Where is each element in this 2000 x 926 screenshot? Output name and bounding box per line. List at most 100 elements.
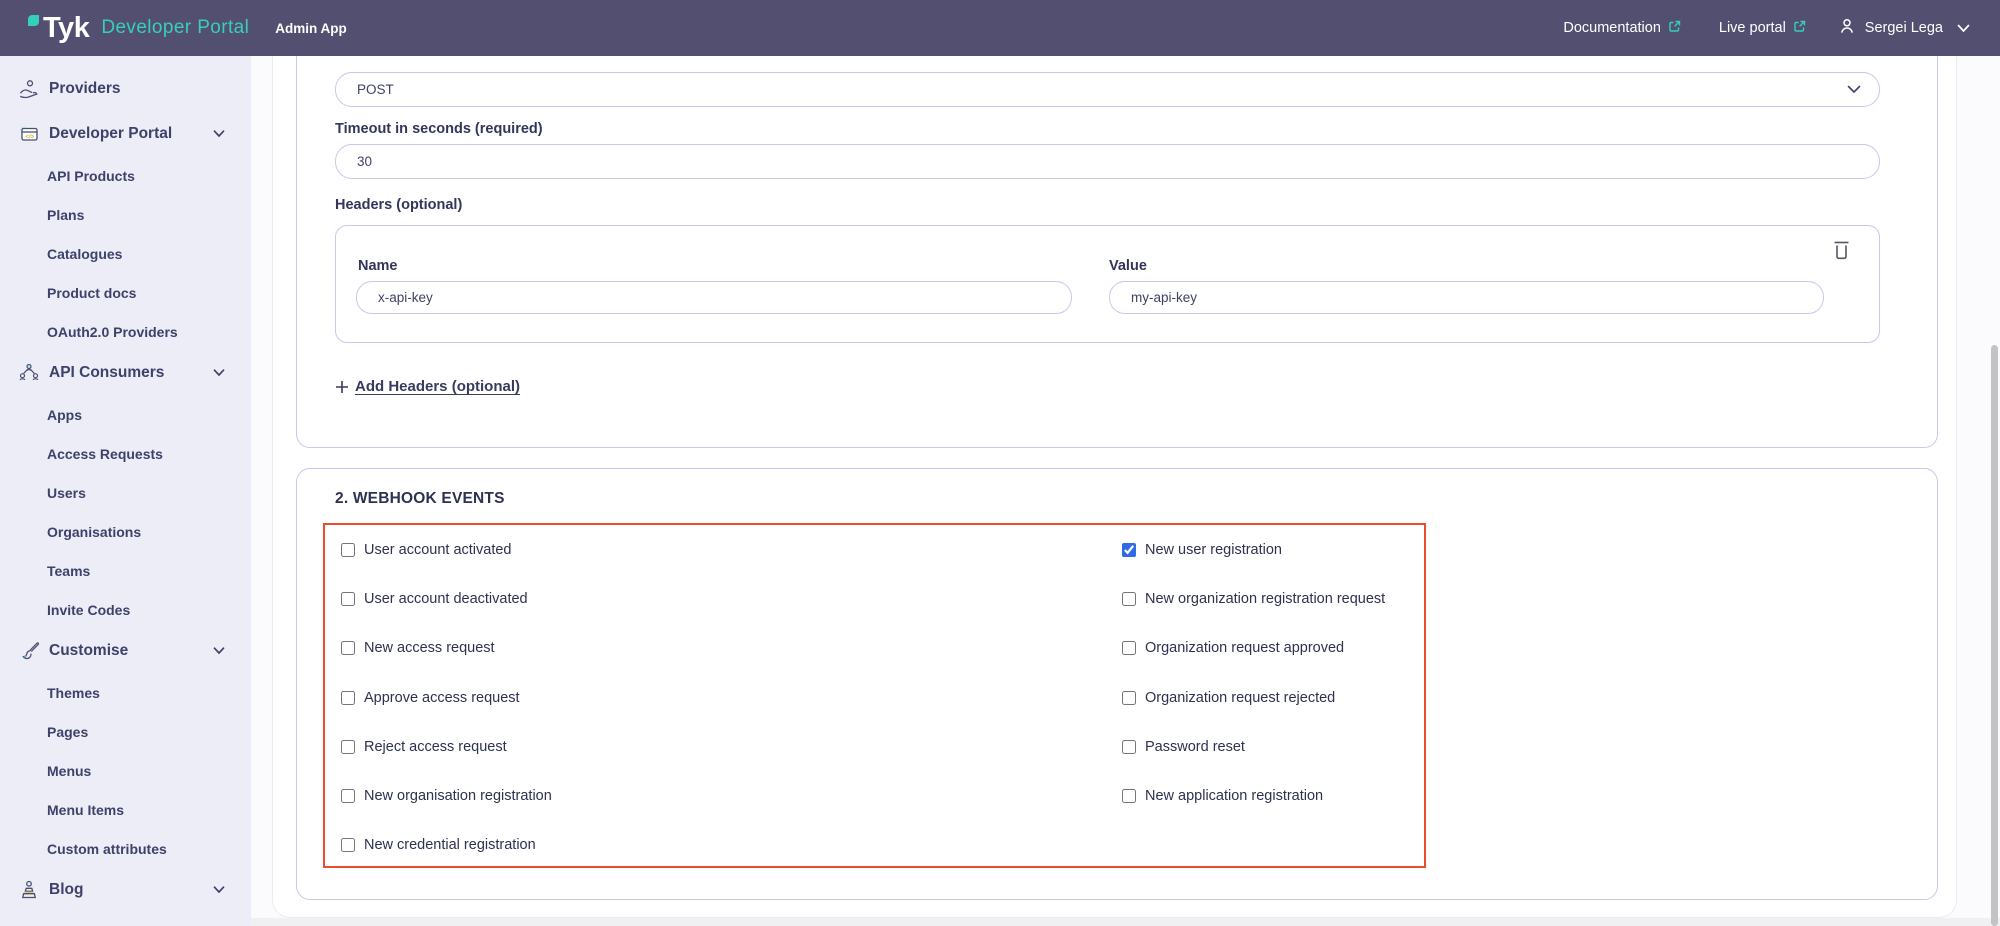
header-name-input[interactable] bbox=[356, 281, 1072, 314]
content-panel: POST Timeout in seconds (required) Heade… bbox=[272, 56, 1957, 918]
checkbox-label: Approve access request bbox=[364, 689, 520, 706]
sidebar-item-providers[interactable]: Providers bbox=[0, 66, 251, 112]
add-headers-label: Add Headers (optional) bbox=[355, 378, 521, 395]
header-value-input[interactable] bbox=[1109, 281, 1824, 314]
svg-text:</>: </> bbox=[26, 135, 35, 141]
brand-logo[interactable]: Tyk Developer Portal bbox=[28, 12, 249, 45]
brand-name: Tyk bbox=[43, 11, 90, 44]
webhook-event-row-new-access-request[interactable]: New access request bbox=[341, 624, 552, 673]
sidebar-item-invite-codes[interactable]: Invite Codes bbox=[0, 590, 251, 629]
webhook-event-checkbox-reject-access-request[interactable] bbox=[341, 739, 355, 754]
webhook-event-row-user-account-activated[interactable]: User account activated bbox=[341, 525, 552, 574]
webhook-event-checkbox-new-application-registration[interactable] bbox=[1122, 789, 1136, 804]
webhook-event-checkbox-new-organization-registration-request[interactable] bbox=[1122, 591, 1136, 606]
documentation-label: Documentation bbox=[1563, 20, 1661, 36]
topbar: Tyk Developer Portal Admin App Documenta… bbox=[0, 0, 2000, 56]
sidebar-item-menu-items[interactable]: Menu Items bbox=[0, 790, 251, 829]
chevron-down-icon bbox=[213, 369, 225, 377]
sidebar-item-label: Customise bbox=[49, 642, 129, 659]
trash-icon bbox=[1832, 238, 1851, 264]
admin-app-label: Admin App bbox=[275, 20, 347, 36]
checkbox-label: New organization registration request bbox=[1145, 590, 1386, 607]
sidebar-item-api-consumers[interactable]: API Consumers bbox=[0, 351, 251, 395]
sidebar-item-pages[interactable]: Pages bbox=[0, 712, 251, 751]
webhook-event-row-new-organization-registration-request[interactable]: New organization registration request bbox=[1122, 574, 1385, 623]
timeout-input[interactable] bbox=[335, 144, 1880, 179]
webhook-event-checkbox-organization-request-approved[interactable] bbox=[1122, 641, 1136, 656]
webhook-event-row-organization-request-rejected[interactable]: Organization request rejected bbox=[1122, 673, 1385, 722]
webhook-event-checkbox-password-reset[interactable] bbox=[1122, 739, 1136, 754]
sidebar-item-blog[interactable]: Blog bbox=[0, 868, 251, 912]
sidebar-item-catalogues[interactable]: Catalogues bbox=[0, 234, 251, 273]
user-menu[interactable]: Sergei Lega bbox=[1838, 17, 1970, 39]
webhook-event-checkbox-new-organisation-registration[interactable] bbox=[341, 789, 355, 804]
checkbox-label: Password reset bbox=[1145, 738, 1245, 755]
webhook-event-row-new-credential-registration[interactable]: New credential registration bbox=[341, 821, 552, 870]
sidebar-item-plans[interactable]: Plans bbox=[0, 195, 251, 234]
header-name-label: Name bbox=[358, 258, 398, 274]
webhook-events-highlight-box: User account activated User account deact… bbox=[323, 523, 1426, 868]
add-headers-link[interactable]: Add Headers (optional) bbox=[335, 378, 520, 395]
chevron-down-icon bbox=[213, 647, 225, 655]
webhook-events-left-column: User account activated User account deact… bbox=[341, 525, 552, 870]
checkbox-label: User account activated bbox=[364, 541, 512, 558]
live-portal-link[interactable]: Live portal bbox=[1719, 20, 1806, 37]
sidebar-item-organisations[interactable]: Organisations bbox=[0, 512, 251, 551]
blog-icon bbox=[18, 879, 40, 901]
webhook-event-row-reject-access-request[interactable]: Reject access request bbox=[341, 722, 552, 771]
sidebar-item-customise[interactable]: Customise bbox=[0, 629, 251, 673]
webhook-event-checkbox-new-credential-registration[interactable] bbox=[341, 838, 355, 853]
webhook-event-checkbox-organization-request-rejected[interactable] bbox=[1122, 690, 1136, 705]
webhook-event-row-user-account-deactivated[interactable]: User account deactivated bbox=[341, 574, 552, 623]
checkbox-label: New user registration bbox=[1145, 541, 1282, 558]
provider-icon bbox=[18, 78, 40, 100]
webhook-events-heading: 2. WEBHOOK EVENTS bbox=[335, 490, 505, 507]
user-icon bbox=[1838, 17, 1856, 39]
webhook-event-row-password-reset[interactable]: Password reset bbox=[1122, 722, 1385, 771]
live-portal-label: Live portal bbox=[1718, 20, 1786, 36]
sidebar-item-users[interactable]: Users bbox=[0, 473, 251, 512]
webhook-event-row-new-organisation-registration[interactable]: New organisation registration bbox=[341, 771, 552, 820]
headers-label: Headers (optional) bbox=[335, 197, 463, 213]
webhook-event-checkbox-user-account-deactivated[interactable] bbox=[341, 591, 355, 606]
main-content: POST Timeout in seconds (required) Heade… bbox=[251, 56, 2000, 926]
external-link-icon bbox=[1793, 20, 1806, 37]
sidebar-item-api-products[interactable]: API Products bbox=[0, 156, 251, 195]
sidebar-nav: Providers </> Developer Portal API Products… bbox=[0, 56, 251, 926]
method-select[interactable]: POST bbox=[335, 72, 1880, 107]
sidebar-item-oauth2-0-providers[interactable]: OAuth2.0 Providers bbox=[0, 312, 251, 351]
webhook-event-row-new-user-registration[interactable]: New user registration bbox=[1122, 525, 1385, 574]
webhook-event-row-new-application-registration[interactable]: New application registration bbox=[1122, 771, 1385, 820]
webhook-event-checkbox-user-account-activated[interactable] bbox=[341, 542, 355, 557]
header-value-label: Value bbox=[1109, 258, 1147, 274]
sidebar-item-custom-attributes[interactable]: Custom attributes bbox=[0, 829, 251, 868]
user-name: Sergei Lega bbox=[1864, 20, 1943, 36]
chevron-down-icon bbox=[1957, 24, 1970, 33]
tyk-leaf-icon bbox=[28, 15, 40, 27]
sidebar-item-label: Developer Portal bbox=[49, 125, 173, 142]
checkbox-label: New credential registration bbox=[364, 837, 536, 854]
documentation-link[interactable]: Documentation bbox=[1563, 20, 1681, 37]
webhook-event-row-organization-request-approved[interactable]: Organization request approved bbox=[1122, 624, 1385, 673]
chevron-down-icon bbox=[213, 886, 225, 894]
sidebar-item-teams[interactable]: Teams bbox=[0, 551, 251, 590]
checkbox-label: New organisation registration bbox=[364, 788, 552, 805]
app-screen: Tyk Developer Portal Admin App Documenta… bbox=[0, 0, 2000, 926]
delete-header-button[interactable] bbox=[1832, 238, 1851, 264]
sidebar-item-access-requests[interactable]: Access Requests bbox=[0, 434, 251, 473]
chevron-down-icon bbox=[1847, 85, 1861, 94]
sidebar-item-themes[interactable]: Themes bbox=[0, 673, 251, 712]
sidebar-item-developer-portal[interactable]: </> Developer Portal bbox=[0, 112, 251, 156]
vertical-scrollbar-thumb[interactable] bbox=[1991, 345, 1998, 926]
webhook-event-checkbox-new-user-registration[interactable] bbox=[1122, 542, 1136, 557]
webhook-event-checkbox-approve-access-request[interactable] bbox=[341, 690, 355, 705]
webhook-event-row-approve-access-request[interactable]: Approve access request bbox=[341, 673, 552, 722]
customise-icon bbox=[18, 640, 40, 662]
sidebar-item-label: API Consumers bbox=[49, 364, 165, 381]
sidebar-item-apps[interactable]: Apps bbox=[0, 395, 251, 434]
webhook-event-checkbox-new-access-request[interactable] bbox=[341, 641, 355, 656]
sidebar-item-product-docs[interactable]: Product docs bbox=[0, 273, 251, 312]
sidebar-item-label: Blog bbox=[49, 881, 84, 898]
brand-suffix: Developer Portal bbox=[101, 17, 250, 38]
sidebar-item-menus[interactable]: Menus bbox=[0, 751, 251, 790]
